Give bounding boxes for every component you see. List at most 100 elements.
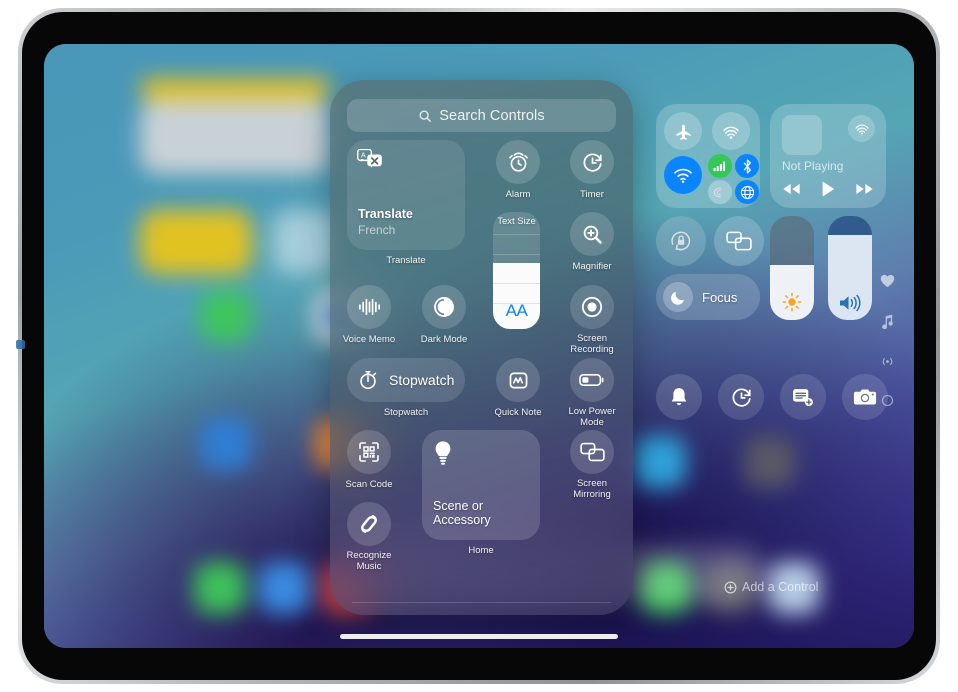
favorites-page-indicator[interactable] xyxy=(876,274,898,288)
rotation-lock-button[interactable] xyxy=(656,216,706,266)
rewind-button[interactable] xyxy=(782,182,801,196)
wifi-button[interactable] xyxy=(664,156,702,194)
record-icon-button[interactable] xyxy=(570,285,614,329)
rotation-lock-icon xyxy=(669,229,693,253)
control-screen-mirroring[interactable]: Screen Mirroring xyxy=(570,430,624,500)
search-controls-field[interactable]: Search Controls xyxy=(347,99,616,132)
shazam-icon-button[interactable] xyxy=(347,502,391,546)
translate-tile[interactable]: A Translate French xyxy=(347,140,465,250)
hotspot-icon xyxy=(880,355,895,368)
now-playing-module[interactable]: Not Playing xyxy=(770,104,886,208)
screen-mirroring-icon xyxy=(726,230,752,252)
cellular-data-button[interactable] xyxy=(708,154,732,178)
focus-label: Focus xyxy=(702,289,738,305)
vpn-button[interactable] xyxy=(735,180,759,204)
control-voice-memo[interactable]: Voice Memo xyxy=(343,285,401,345)
dark-mode-icon xyxy=(432,295,456,319)
moon-icon-wrap xyxy=(663,282,693,312)
home-scene-tile[interactable]: Scene or Accessory xyxy=(422,430,540,540)
volume-slider[interactable] xyxy=(828,216,872,320)
play-button[interactable] xyxy=(820,180,836,198)
connectivity-page-indicator[interactable] xyxy=(876,355,898,368)
qr-code-icon-button[interactable] xyxy=(347,430,391,474)
fast-forward-button[interactable] xyxy=(855,182,874,196)
timer-icon-button[interactable] xyxy=(570,140,614,184)
speaker-icon-wrap xyxy=(828,293,872,313)
add-a-control-label: Add a Control xyxy=(742,580,819,594)
sun-icon xyxy=(781,291,803,313)
airdrop-button[interactable] xyxy=(712,112,750,150)
add-a-control-button[interactable]: Add a Control xyxy=(724,580,818,594)
music-page-indicator[interactable] xyxy=(876,314,898,329)
bluetooth-icon xyxy=(742,159,753,174)
control-label-scan-code: Scan Code xyxy=(345,479,393,490)
quick-note-icon-button[interactable] xyxy=(496,358,540,402)
lightbulb-icon xyxy=(434,440,452,466)
translate-title: Translate xyxy=(358,207,413,221)
timer-shortcut-button[interactable] xyxy=(718,374,764,420)
silent-mode-button[interactable] xyxy=(656,374,702,420)
control-dark-mode[interactable]: Dark Mode xyxy=(421,285,476,345)
control-label-translate: Translate xyxy=(386,255,426,266)
text-size-slider[interactable]: AA xyxy=(493,212,540,329)
airplay-audio-button[interactable] xyxy=(848,115,875,142)
timer-icon xyxy=(581,151,604,174)
quick-note-icon xyxy=(791,386,815,408)
battery-icon-button[interactable] xyxy=(570,358,614,402)
more-page-indicator[interactable] xyxy=(876,394,898,407)
dark-mode-icon-button[interactable] xyxy=(422,285,466,329)
connectivity-module xyxy=(656,104,760,208)
control-label-alarm: Alarm xyxy=(505,189,531,200)
screen-mirroring-module-button[interactable] xyxy=(714,216,764,266)
control-home[interactable]: Scene or Accessory Home xyxy=(422,430,540,556)
control-label-quick-note: Quick Note xyxy=(494,407,542,418)
airplay-audio-icon xyxy=(854,121,870,137)
stopwatch-pill[interactable]: Stopwatch xyxy=(347,358,465,402)
bluetooth-button[interactable] xyxy=(735,154,759,178)
control-recognize-music[interactable]: Recognize Music xyxy=(347,502,401,572)
waveform-icon xyxy=(357,296,382,318)
brightness-slider[interactable] xyxy=(770,216,814,320)
control-quick-note[interactable]: Quick Note xyxy=(495,358,550,418)
bell-icon xyxy=(669,386,689,408)
focus-button[interactable]: Focus xyxy=(656,274,760,320)
media-transport-controls xyxy=(782,180,874,198)
control-text-size[interactable]: AA Text Size xyxy=(493,212,540,329)
control-label-dark-mode: Dark Mode xyxy=(420,334,468,345)
battery-icon xyxy=(579,372,605,388)
translate-subtitle: French xyxy=(358,223,396,237)
control-label-magnifier: Magnifier xyxy=(572,261,612,272)
control-stopwatch[interactable]: Stopwatch Stopwatch xyxy=(347,358,465,418)
control-magnifier[interactable]: Magnifier xyxy=(570,212,624,272)
control-screen-recording[interactable]: Screen Recording xyxy=(570,285,624,355)
panel-divider xyxy=(352,602,611,603)
home-indicator[interactable] xyxy=(340,634,618,639)
controls-grid: A Translate French Translate Alarm Timer… xyxy=(330,140,633,600)
screen-mirroring-icon xyxy=(579,441,605,463)
control-label-recognize-music: Recognize Music xyxy=(346,550,392,572)
control-center-bottom-row xyxy=(656,374,896,424)
search-icon xyxy=(418,109,432,123)
airplane-icon xyxy=(674,122,693,141)
sun-icon-wrap xyxy=(770,291,814,313)
control-scan-code[interactable]: Scan Code xyxy=(345,430,401,490)
control-timer[interactable]: Timer xyxy=(570,140,624,200)
screen-mirroring-icon-button[interactable] xyxy=(570,430,614,474)
control-label-screen-recording: Screen Recording xyxy=(570,333,614,355)
plus-circle-icon xyxy=(724,581,737,594)
airplane-mode-button[interactable] xyxy=(664,112,702,150)
quick-note-icon xyxy=(507,369,530,392)
personal-hotspot-button[interactable] xyxy=(708,180,732,204)
quick-note-shortcut-button[interactable] xyxy=(780,374,826,420)
translate-icon: A xyxy=(357,149,383,169)
control-translate[interactable]: A Translate French Translate xyxy=(347,140,465,266)
control-label-low-power-mode: Low Power Mode xyxy=(568,406,616,428)
control-alarm[interactable]: Alarm xyxy=(496,140,550,200)
globe-icon xyxy=(740,185,755,200)
alarm-clock-icon-button[interactable] xyxy=(496,140,540,184)
record-icon xyxy=(580,295,604,319)
music-note-icon xyxy=(881,314,894,329)
magnifier-icon-button[interactable] xyxy=(570,212,614,256)
control-low-power-mode[interactable]: Low Power Mode xyxy=(569,358,624,428)
waveform-icon-button[interactable] xyxy=(347,285,391,329)
